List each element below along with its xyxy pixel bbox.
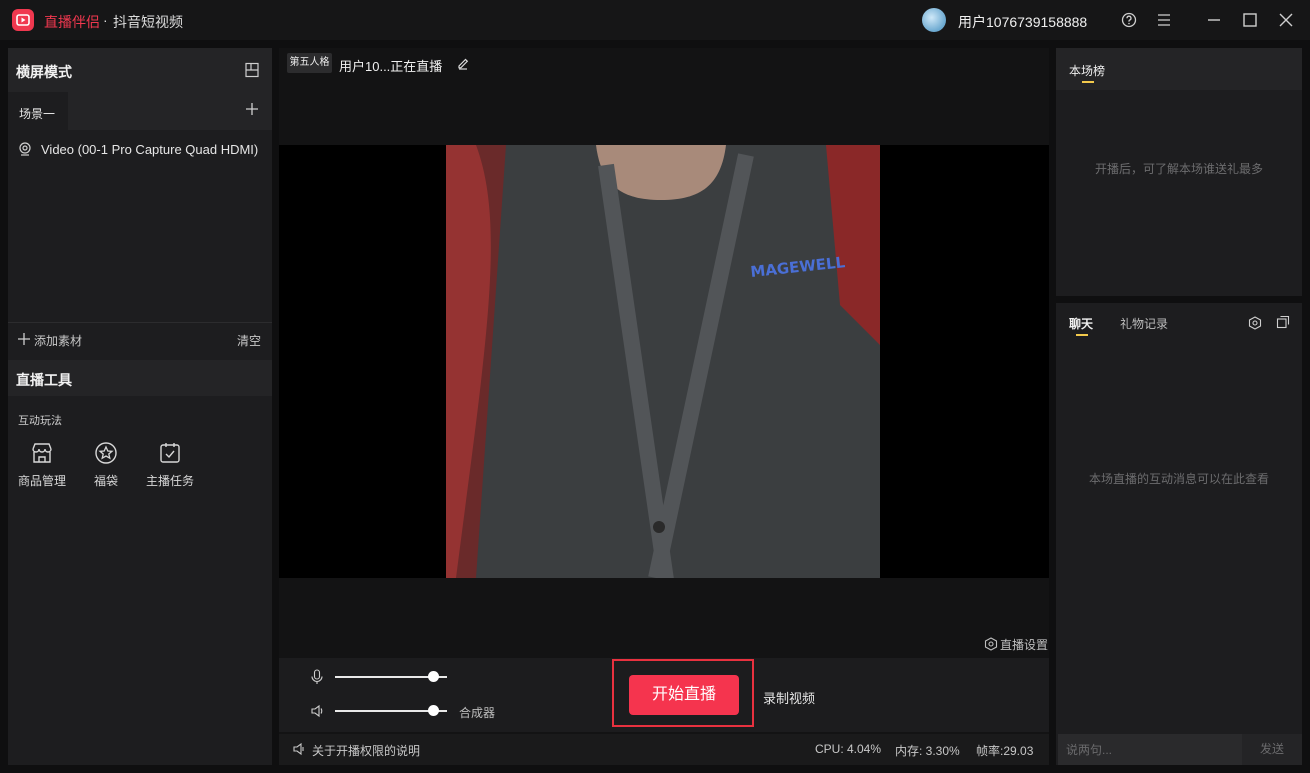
mic-volume-slider[interactable] [335,671,449,683]
camera-feed: MAGEWELL [446,145,880,578]
settings-hex-icon[interactable] [984,637,998,651]
tools-title: 直播工具 [16,372,72,388]
tool-lucky-bag[interactable]: 福袋 [76,440,136,490]
menu-icon[interactable] [1154,10,1174,30]
add-icon[interactable] [17,332,31,346]
record-video-button[interactable]: 录制视频 [763,688,815,707]
tool-label: 商品管理 [17,474,66,488]
username[interactable]: 用户1076739158888 [958,12,1087,32]
app-name: 直播伴侣 [44,14,100,30]
speaker-icon[interactable] [310,704,326,718]
chat-panel [1056,303,1302,765]
chat-settings-icon[interactable] [1248,316,1262,330]
rank-tab-indicator [1082,81,1094,83]
maximize-icon[interactable] [1240,10,1260,30]
mode-title: 横屏模式 [16,64,72,80]
frame-rate: 帧率:29.03 [976,744,1034,758]
chat-input[interactable] [1058,734,1242,765]
title-separator: · [103,12,108,28]
tool-host-tasks[interactable]: 主播任务 [140,440,200,490]
tool-label: 主播任务 [145,474,194,488]
memory-usage: 内存: 3.30% [895,744,960,758]
add-scene-icon[interactable] [244,101,260,117]
task-check-icon [157,440,183,466]
stream-title: 用户10...正在直播 [339,59,443,74]
mic-slider-knob[interactable] [427,671,439,682]
platform-name: 抖音短视频 [113,14,183,30]
announcement-icon [292,742,308,756]
scene-tab-label: 场景一 [19,107,56,121]
interact-section-label: 互动玩法 [18,415,62,427]
permission-notice-link[interactable]: 关于开播权限的说明 [312,742,420,759]
popout-icon[interactable] [1276,315,1290,329]
live-settings-button[interactable]: 直播设置 [1000,636,1048,653]
cpu-usage: CPU: 4.04% [815,742,882,756]
start-live-button[interactable]: 开始直播 [629,675,739,715]
switch-layout-icon[interactable] [243,61,261,79]
speaker-volume-slider[interactable] [335,705,449,717]
tab-chat[interactable]: 聊天 [1069,315,1093,332]
rank-empty-text: 开播后，可了解本场谁送礼最多 [1094,162,1263,176]
minimize-icon[interactable] [1204,10,1224,30]
clear-button[interactable]: 清空 [237,332,261,349]
mixer-button[interactable]: 合成器 [459,704,495,721]
star-bag-icon [93,440,119,466]
store-icon [29,440,55,466]
tool-label: 福袋 [93,474,118,488]
app-logo-icon [12,9,34,31]
camera-source-icon [17,141,33,157]
title-bar [0,0,1310,40]
chat-tab-indicator [1076,334,1088,336]
microphone-icon[interactable] [310,669,324,685]
scene-tab-bar [68,92,272,130]
send-button[interactable]: 发送 [1242,734,1302,765]
tool-product-management[interactable]: 商品管理 [12,440,72,490]
tab-gift-records[interactable]: 礼物记录 [1120,315,1168,332]
help-icon[interactable] [1119,10,1139,30]
category-tag[interactable]: 第五人格 [287,53,332,73]
speaker-slider-knob[interactable] [427,705,439,716]
tab-rank[interactable]: 本场榜 [1069,62,1105,79]
edit-title-icon[interactable] [456,56,470,70]
avatar[interactable] [922,8,946,32]
add-material-button[interactable]: 添加素材 [34,332,82,349]
close-icon[interactable] [1276,10,1296,30]
source-item-video[interactable]: Video (00-1 Pro Capture Quad HDMI) [41,142,258,157]
chat-empty-text: 本场直播的互动消息可以在此查看 [1088,472,1269,486]
